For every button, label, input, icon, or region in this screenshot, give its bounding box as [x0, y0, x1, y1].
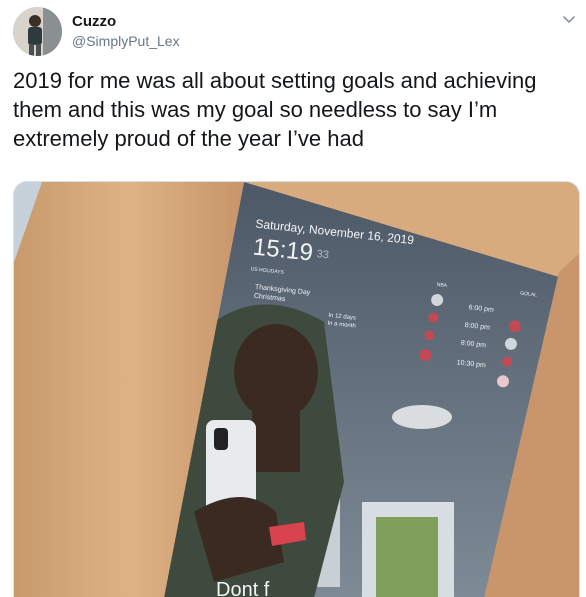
- author-handle[interactable]: @SimplyPut_Lex: [72, 33, 180, 49]
- chevron-down-icon[interactable]: [560, 10, 578, 28]
- tweet-text: 2019 for me was all about setting goals …: [13, 68, 537, 151]
- avatar[interactable]: [13, 7, 62, 56]
- mirror-seconds: 33: [316, 248, 329, 261]
- mirror-games-header-left: NBA: [436, 282, 448, 289]
- avatar-image: [13, 7, 62, 56]
- author-display-name[interactable]: Cuzzo: [72, 13, 116, 30]
- tweet-photo[interactable]: Saturday, November 16, 2019 15:19 33 US …: [13, 181, 580, 597]
- tweet-card: Cuzzo @SimplyPut_Lex 2019 for me was all…: [0, 0, 586, 597]
- mirror-bottom-text: Dont f: [216, 579, 270, 597]
- mirror-selfie-image: Saturday, November 16, 2019 15:19 33 US …: [14, 182, 579, 597]
